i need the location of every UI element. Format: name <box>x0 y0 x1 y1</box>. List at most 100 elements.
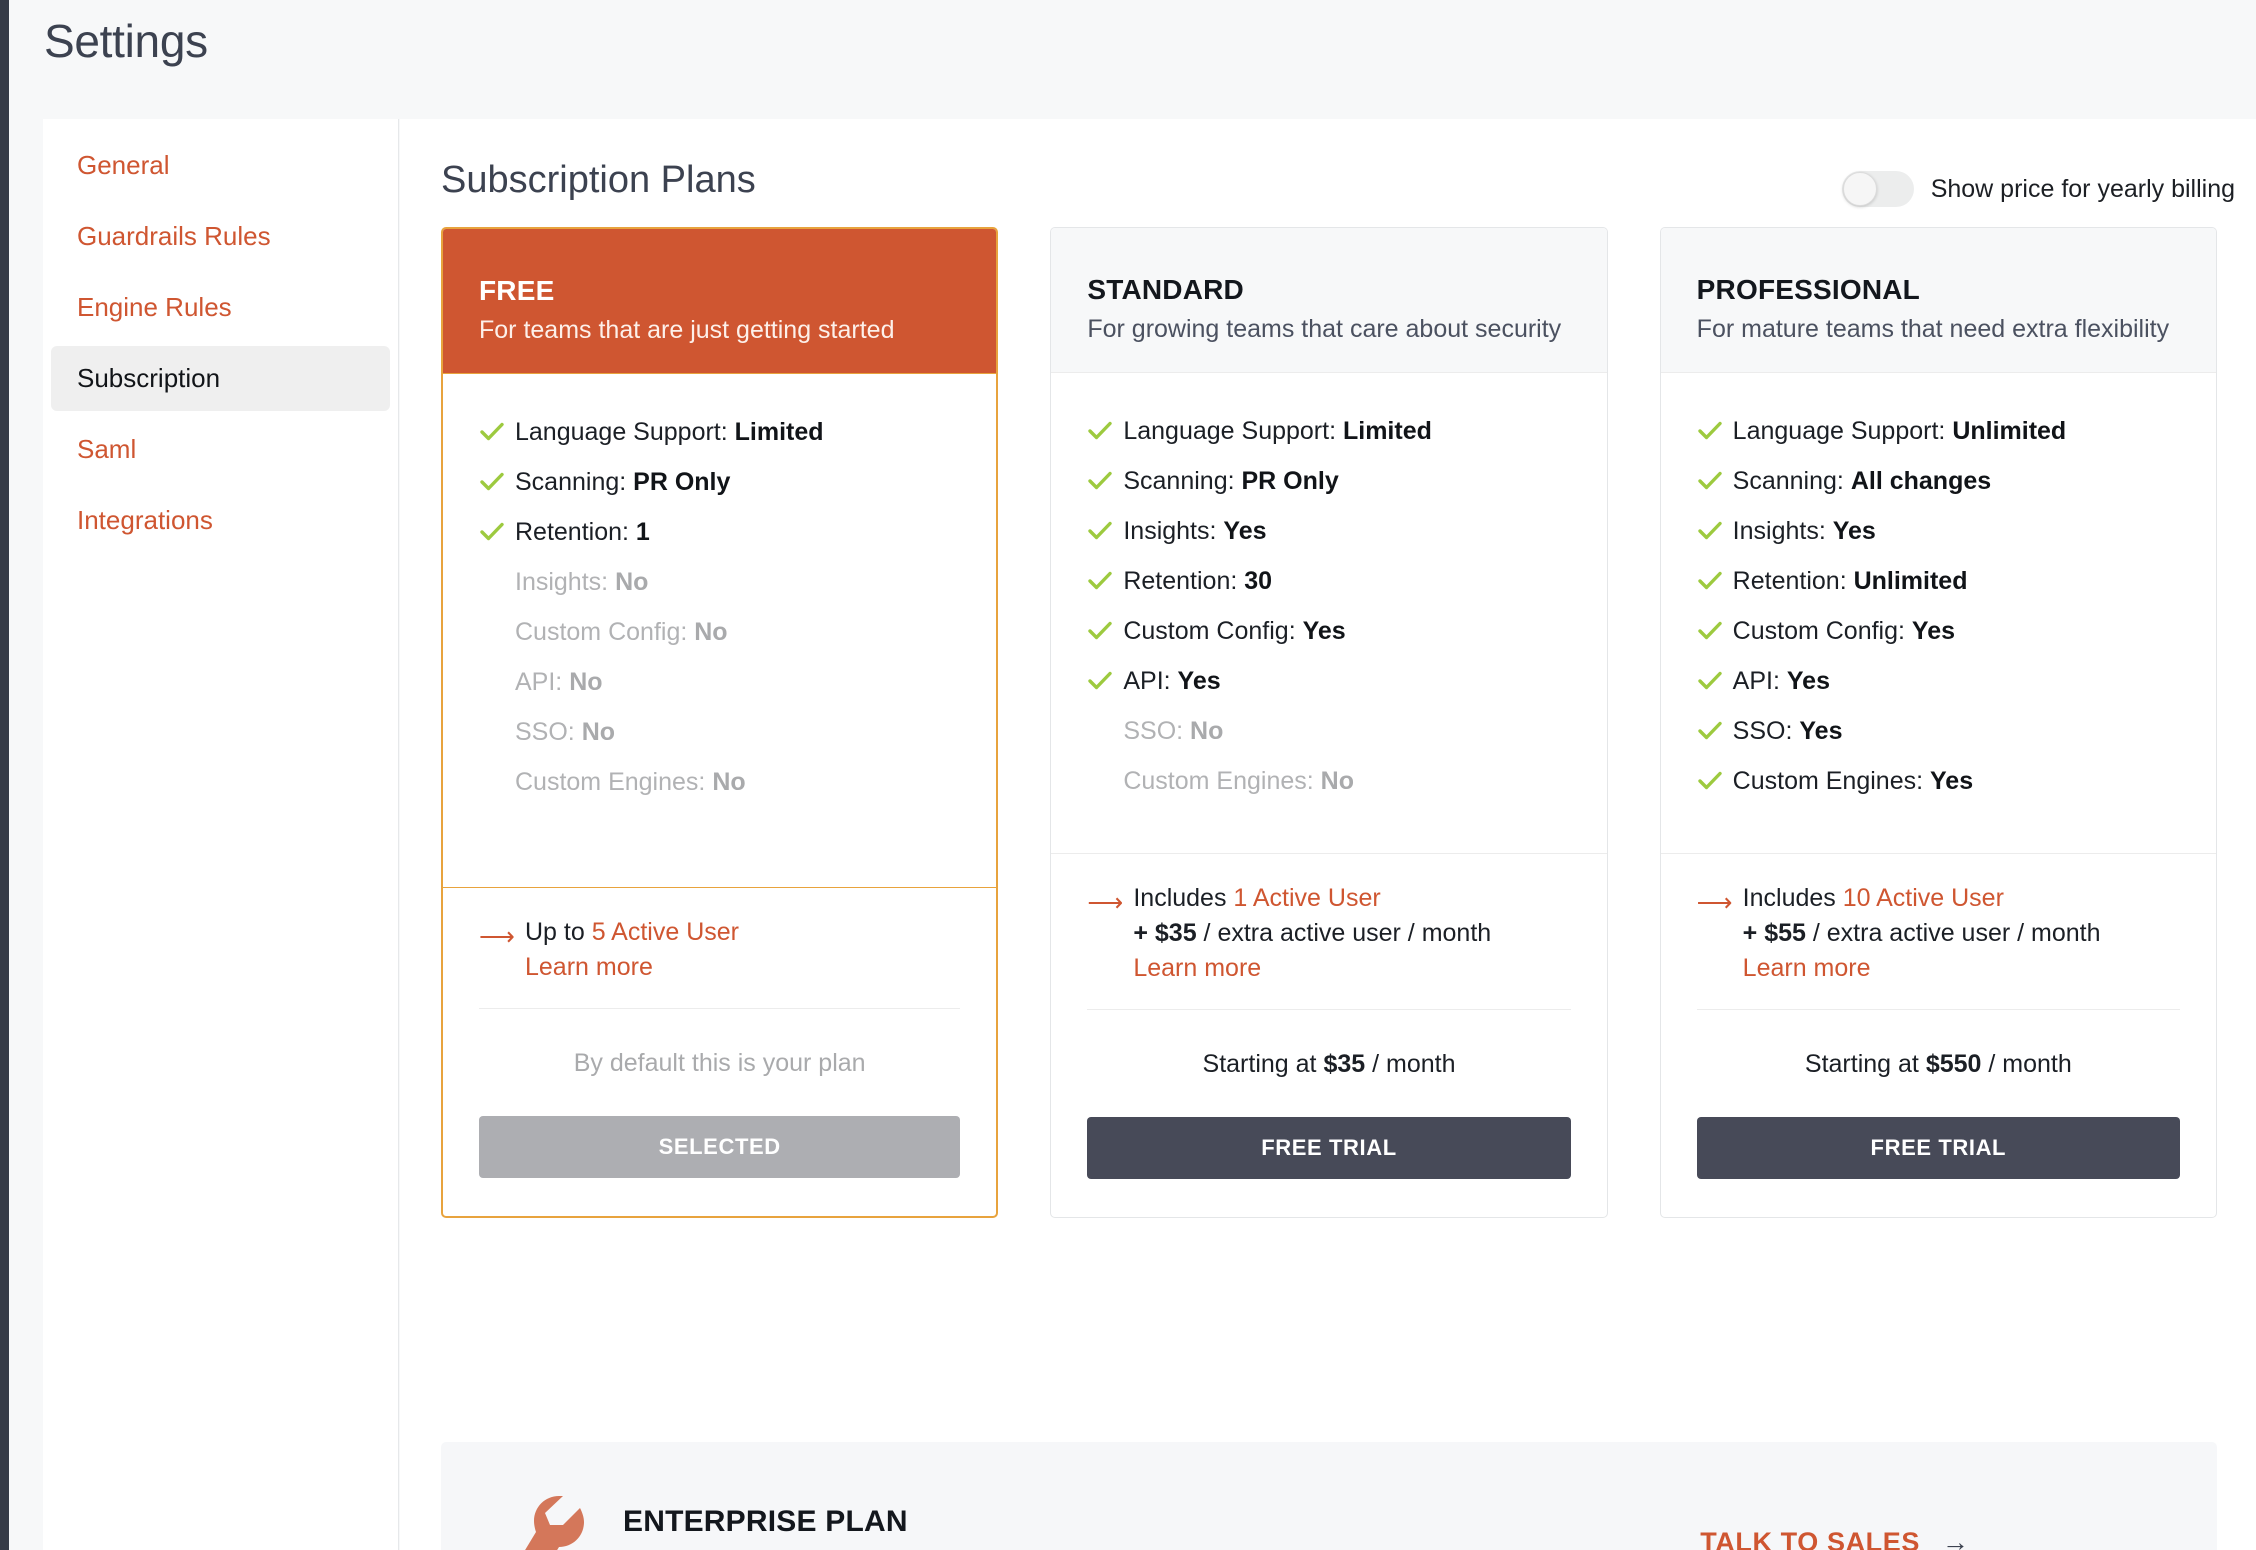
includes-highlight: 10 Active User <box>1842 884 2004 912</box>
feature-value: No <box>712 768 746 796</box>
starting-price: Starting at $550 / month <box>1697 1050 2180 1079</box>
check-icon <box>1697 567 1733 594</box>
feature-bullet-empty <box>479 568 515 569</box>
feature-text: Custom Config: Yes <box>1733 617 1955 646</box>
check-icon <box>1087 667 1123 694</box>
arrow-right-icon: ⟶ <box>1087 889 1124 917</box>
feature-row: SSO: No <box>479 718 960 768</box>
feature-text: SSO: Yes <box>1733 717 1843 746</box>
feature-value: No <box>1190 717 1224 745</box>
feature-value: All changes <box>1850 467 1992 495</box>
plan-pricing: ⟶ Includes 1 Active User + $35 / extra act… <box>1051 853 1607 1217</box>
feature-label: Insights: <box>1732 517 1826 545</box>
toggle-knob <box>1842 172 1877 206</box>
sidebar-item-label: Integrations <box>77 505 213 535</box>
feature-text: Language Support: Limited <box>1123 417 1432 446</box>
plan-name: PROFESSIONAL <box>1696 274 1920 305</box>
sidebar-item-subscription[interactable]: Subscription <box>51 346 390 411</box>
plan-feature-list: Language Support: Limited Scanning: PR On… <box>443 373 997 887</box>
feature-value: Yes <box>1302 617 1346 645</box>
plan-name: FREE <box>479 275 555 306</box>
extra-user-suffix: / extra active user / month <box>1805 919 2101 947</box>
feature-label: Language Support: <box>1732 417 1946 445</box>
feature-text: Language Support: Unlimited <box>1733 417 2067 446</box>
feature-text: Custom Config: Yes <box>1123 617 1345 646</box>
learn-more-link[interactable]: Learn more <box>1743 954 2101 983</box>
plan-cta-button[interactable]: SELECTED <box>479 1116 961 1178</box>
feature-row: Retention: 30 <box>1087 567 1570 617</box>
plan-card-grid: FREE For teams that are just getting star… <box>441 227 2217 1218</box>
feature-text: Insights: Yes <box>1123 517 1266 546</box>
feature-value: No <box>1320 767 1354 795</box>
feature-label: Scanning: <box>1732 467 1844 495</box>
feature-value: Yes <box>1177 667 1221 695</box>
plan-pricing: ⟶ Includes 10 Active User + $55 / extra ac… <box>1660 853 2216 1217</box>
settings-sidebar: General Guardrails Rules Engine Rules Subsc… <box>43 119 399 1550</box>
feature-text: Insights: No <box>515 568 648 597</box>
starting-amount: $550 <box>1925 1050 1982 1078</box>
plan-header: PROFESSIONAL For mature teams that need e… <box>1660 228 2216 372</box>
feature-value: Yes <box>1832 517 1876 545</box>
check-icon <box>479 468 515 495</box>
sidebar-item-general[interactable]: General <box>51 133 390 198</box>
feature-label: Retention: <box>1123 567 1238 595</box>
includes-row: ⟶ Includes 10 Active User + $55 / extra ac… <box>1697 884 2180 983</box>
yearly-billing-toggle[interactable] <box>1841 171 1914 207</box>
starting-suffix: / month <box>1981 1050 2072 1078</box>
feature-value: No <box>615 568 649 596</box>
plan-pricing: ⟶ Up to 5 Active User Learn more By default… <box>443 887 997 1216</box>
feature-row: Custom Config: Yes <box>1697 617 2180 667</box>
learn-more-link[interactable]: Learn more <box>1133 954 1491 983</box>
feature-text: Scanning: PR Only <box>515 468 730 497</box>
feature-text: Language Support: Limited <box>515 418 824 447</box>
plan-cta-button[interactable]: FREE TRIAL <box>1696 1117 2180 1179</box>
sidebar-item-guardrails-rules[interactable]: Guardrails Rules <box>51 204 390 269</box>
includes-row: ⟶ Up to 5 Active User Learn more <box>479 918 960 982</box>
plan-tagline: For teams that are just getting started <box>479 316 895 344</box>
feature-text: Retention: 1 <box>515 518 650 547</box>
feature-row: Retention: 1 <box>479 518 960 568</box>
talk-to-sales-button[interactable]: TALK TO SALES → <box>1700 1527 2169 1550</box>
feature-value: Yes <box>1223 517 1267 545</box>
feature-label: Retention: <box>1732 567 1847 595</box>
feature-value: No <box>569 668 603 696</box>
feature-text: Custom Engines: Yes <box>1733 767 1973 796</box>
yearly-billing-label: Show price for yearly billing <box>1930 174 2235 203</box>
feature-text: Scanning: PR Only <box>1123 467 1338 496</box>
feature-row: API: Yes <box>1697 667 2180 717</box>
plan-tagline: For mature teams that need extra flexibi… <box>1696 315 2170 343</box>
plan-feature-list: Language Support: Unlimited Scanning: All… <box>1660 372 2216 853</box>
plan-header: FREE For teams that are just getting star… <box>443 229 997 373</box>
sidebar-item-engine-rules[interactable]: Engine Rules <box>51 275 390 340</box>
feature-row: Custom Config: No <box>479 618 960 668</box>
plan-card-standard: STANDARD For growing teams that care abou… <box>1050 227 1608 1218</box>
sidebar-item-label: General <box>77 150 170 180</box>
includes-highlight: 5 Active User <box>591 918 739 946</box>
subscription-panel: Subscription Plans Show price for yearly… <box>400 119 2256 1550</box>
learn-more-link[interactable]: Learn more <box>525 953 739 982</box>
plan-card-free: FREE For teams that are just getting star… <box>441 227 999 1218</box>
includes-prefix: Includes <box>1742 884 1843 912</box>
yearly-billing-control: Show price for yearly billing <box>1841 171 2235 207</box>
includes-text: Up to 5 Active User Learn more <box>525 918 739 982</box>
includes-row: ⟶ Includes 1 Active User + $35 / extra act… <box>1087 884 1570 983</box>
includes-prefix: Includes <box>1133 884 1234 912</box>
includes-text: Includes 10 Active User + $55 / extra act… <box>1743 884 2101 983</box>
enterprise-banner: ENTERPRISE PLAN Accelerate your team's i… <box>441 1442 2217 1550</box>
feature-row: Retention: Unlimited <box>1697 567 2180 617</box>
feature-text: Retention: 30 <box>1123 567 1272 596</box>
feature-text: SSO: No <box>515 718 615 747</box>
section-title: Subscription Plans <box>441 159 756 201</box>
sidebar-item-saml[interactable]: Saml <box>51 417 390 482</box>
feature-label: Custom Config: <box>515 618 688 646</box>
divider <box>1696 1009 2180 1010</box>
plan-tagline: For growing teams that care about securi… <box>1087 315 1562 343</box>
plan-cta-button[interactable]: FREE TRIAL <box>1087 1117 1571 1179</box>
talk-to-sales-label: TALK TO SALES <box>1700 1526 1920 1550</box>
feature-row: API: Yes <box>1087 667 1570 717</box>
sidebar-item-integrations[interactable]: Integrations <box>51 488 390 553</box>
feature-bullet-empty <box>1087 767 1123 768</box>
feature-label: Custom Engines: <box>515 768 706 796</box>
feature-label: Insights: <box>515 568 609 596</box>
check-icon <box>1697 467 1733 494</box>
